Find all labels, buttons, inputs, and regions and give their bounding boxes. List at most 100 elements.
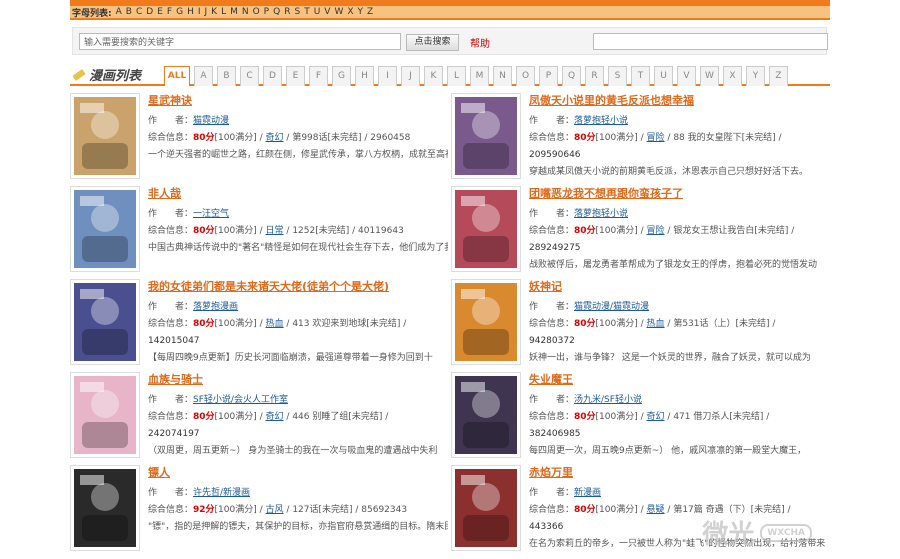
tab-k[interactable]: K xyxy=(424,66,443,86)
tab-y[interactable]: Y xyxy=(746,66,765,86)
genre-link[interactable]: 冒险 xyxy=(647,226,665,236)
comic-title-link[interactable]: 凤傲天小说里的黄毛反派也想幸福 xyxy=(529,93,829,113)
author-link[interactable]: 许先哲/新漫画 xyxy=(193,488,250,498)
alpha-letter-link[interactable]: Z xyxy=(367,7,373,17)
alpha-letter-link[interactable]: J xyxy=(205,7,208,17)
alpha-letter-link[interactable]: E xyxy=(157,7,163,17)
alpha-letter-link[interactable]: X xyxy=(347,7,353,17)
tab-f[interactable]: F xyxy=(309,66,328,86)
tab-x[interactable]: X xyxy=(723,66,742,86)
author-link[interactable]: SF轻小说/会火人工作室 xyxy=(193,395,288,405)
help-link[interactable]: 帮助 xyxy=(470,35,490,50)
alpha-letter-link[interactable]: D xyxy=(146,7,153,17)
alpha-letter-link[interactable]: V xyxy=(324,7,330,17)
tab-q[interactable]: Q xyxy=(562,66,581,86)
alpha-letter-link[interactable]: A xyxy=(116,7,122,17)
author-link[interactable]: 落萝抱漫画 xyxy=(193,302,238,312)
tab-all[interactable]: ALL xyxy=(164,66,190,86)
comic-title-link[interactable]: 妖神记 xyxy=(529,279,829,299)
author-link[interactable]: 猫霓动漫 xyxy=(193,116,229,126)
alpha-letter-link[interactable]: R xyxy=(284,7,290,17)
comic-cover[interactable] xyxy=(451,465,521,551)
tab-s[interactable]: S xyxy=(608,66,627,86)
secondary-search-input[interactable] xyxy=(593,33,828,50)
tab-d[interactable]: D xyxy=(263,66,282,86)
tab-e[interactable]: E xyxy=(286,66,305,86)
tab-z[interactable]: Z xyxy=(769,66,788,86)
author-link[interactable]: 汤九米/SF轻小说 xyxy=(574,395,642,405)
search-button[interactable]: 点击搜索 xyxy=(406,34,459,51)
comic-cover[interactable] xyxy=(451,93,521,179)
comic-author-line: 作 者：新漫画 xyxy=(529,485,829,502)
author-link[interactable]: 落萝抱轻小说 xyxy=(574,116,628,126)
tab-l[interactable]: L xyxy=(447,66,466,86)
tab-j[interactable]: J xyxy=(401,66,420,86)
alpha-letter-link[interactable]: W xyxy=(334,7,343,17)
tab-o[interactable]: O xyxy=(516,66,535,86)
author-link[interactable]: 新漫画 xyxy=(574,488,601,498)
tab-n[interactable]: N xyxy=(493,66,512,86)
comic-title-link[interactable]: 赤焰万里 xyxy=(529,465,829,485)
alpha-letter-link[interactable]: T xyxy=(304,7,310,17)
score-value: 80分 xyxy=(574,133,596,143)
search-input[interactable] xyxy=(79,33,401,50)
comic-cover[interactable] xyxy=(70,465,140,551)
tab-p[interactable]: P xyxy=(539,66,558,86)
author-link[interactable]: 猫霓动漫/猫霓动漫 xyxy=(574,302,649,312)
tab-b[interactable]: B xyxy=(217,66,236,86)
genre-link[interactable]: 奇幻 xyxy=(647,412,665,422)
genre-link[interactable]: 热血 xyxy=(647,319,665,329)
comic-cover[interactable] xyxy=(70,372,140,458)
comic-title-link[interactable]: 星武神诀 xyxy=(148,93,448,113)
alpha-letter-link[interactable]: U xyxy=(314,7,321,17)
alpha-letter-link[interactable]: N xyxy=(242,7,249,17)
tab-u[interactable]: U xyxy=(654,66,673,86)
alpha-letter-link[interactable]: B xyxy=(126,7,132,17)
comic-title-link[interactable]: 团嘴恶龙我不想再跟你蛮孩子了 xyxy=(529,186,829,206)
genre-link[interactable]: 奇幻 xyxy=(266,412,284,422)
comic-title-link[interactable]: 血族与骑士 xyxy=(148,372,448,392)
author-link[interactable]: 落萝抱轻小说 xyxy=(574,209,628,219)
comic-title-link[interactable]: 我的女徒弟们都是未来诸天大佬(徒弟个个是大佬) xyxy=(148,279,448,299)
tab-w[interactable]: W xyxy=(700,66,719,86)
tab-g[interactable]: G xyxy=(332,66,351,86)
comic-title-link[interactable]: 非人哉 xyxy=(148,186,448,206)
alpha-letter-link[interactable]: L xyxy=(221,7,226,17)
tab-v[interactable]: V xyxy=(677,66,696,86)
tab-r[interactable]: R xyxy=(585,66,604,86)
alpha-letter-link[interactable]: Y xyxy=(358,7,364,17)
genre-link[interactable]: 冒险 xyxy=(647,133,665,143)
alpha-letter-link[interactable]: F xyxy=(167,7,172,17)
alpha-letter-link[interactable]: H xyxy=(187,7,194,17)
tab-t[interactable]: T xyxy=(631,66,650,86)
tab-i[interactable]: I xyxy=(378,66,397,86)
genre-link[interactable]: 古风 xyxy=(266,505,284,515)
tab-a[interactable]: A xyxy=(194,66,213,86)
alpha-letter-link[interactable]: C xyxy=(136,7,142,17)
comic-cover[interactable] xyxy=(70,186,140,272)
comic-title-link[interactable]: 失业魔王 xyxy=(529,372,829,392)
tab-h[interactable]: H xyxy=(355,66,374,86)
alpha-letter-link[interactable]: K xyxy=(211,7,217,17)
genre-link[interactable]: 热血 xyxy=(266,319,284,329)
comic-info-line: 综合信息：80分[100满分] / 奇幻 / 471 借刀杀人[未完结] / xyxy=(529,409,829,426)
tab-c[interactable]: C xyxy=(240,66,259,86)
comic-cover[interactable] xyxy=(70,93,140,179)
comic-cover[interactable] xyxy=(451,279,521,365)
alpha-letter-link[interactable]: Q xyxy=(273,7,280,17)
alpha-letter-link[interactable]: G xyxy=(176,7,183,17)
alpha-letter-link[interactable]: O xyxy=(253,7,260,17)
comic-cover[interactable] xyxy=(451,372,521,458)
alpha-letter-link[interactable]: P xyxy=(264,7,269,17)
comic-cover[interactable] xyxy=(70,279,140,365)
genre-link[interactable]: 悬疑 xyxy=(647,505,665,515)
genre-link[interactable]: 奇幻 xyxy=(266,133,284,143)
comic-cover[interactable] xyxy=(451,186,521,272)
alpha-letter-link[interactable]: I xyxy=(198,7,201,17)
genre-link[interactable]: 日常 xyxy=(266,226,284,236)
tab-m[interactable]: M xyxy=(470,66,489,86)
comic-title-link[interactable]: 镖人 xyxy=(148,465,448,485)
alpha-letter-link[interactable]: S xyxy=(294,7,300,17)
author-link[interactable]: 一汪空气 xyxy=(193,209,229,219)
alpha-letter-link[interactable]: M xyxy=(230,7,238,17)
